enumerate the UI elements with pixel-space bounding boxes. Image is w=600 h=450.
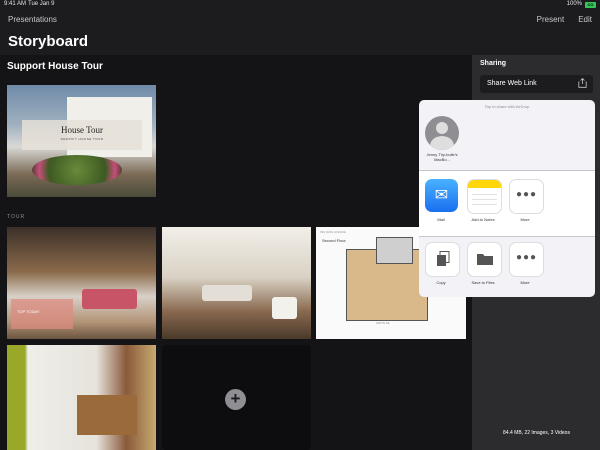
chair-image — [272, 297, 297, 319]
action-label-copy: Copy — [436, 280, 446, 285]
app-label-more: More — [520, 217, 530, 222]
floorplan-floor: Second Floor — [322, 238, 346, 243]
share-sheet: Tap to share with AirDrop Jenny Thy-bull… — [419, 100, 595, 297]
person-icon — [430, 136, 454, 150]
add-icon[interactable]: + — [225, 389, 246, 410]
battery-icon: CO — [585, 1, 596, 8]
more-icon[interactable]: ●●● — [509, 242, 544, 277]
app-label-notes: Add to Notes — [471, 217, 495, 222]
page-title: Storyboard — [8, 33, 89, 50]
person-icon — [436, 122, 448, 134]
cover-title: House Tour — [61, 125, 103, 135]
share-icon[interactable] — [578, 77, 587, 90]
status-date: Tue Jan 9 — [28, 1, 55, 7]
status-bar: 9:41 AM Tue Jan 9 100% CO — [0, 0, 600, 9]
battery-percent: 100% — [566, 1, 582, 7]
status-time: 9:41 AM — [4, 1, 27, 7]
more-icon[interactable]: ●●● — [509, 179, 544, 214]
cover-subtitle: SHOPIFY HOUSE TOUR — [60, 137, 104, 141]
cover-banner: House Tour SHOPIFY HOUSE TOUR — [22, 120, 142, 150]
folder-icon[interactable] — [467, 242, 502, 277]
garden-image — [32, 155, 122, 185]
nav-actions: Present Edit — [537, 15, 592, 24]
section-title: Support House Tour — [7, 61, 103, 72]
action-label-more: More — [520, 280, 530, 285]
floorplan-header: 999 MAIN AVENUE — [320, 230, 347, 234]
status-right: 100% CO — [567, 0, 596, 9]
sofa-image — [82, 289, 137, 309]
airdrop-contact-avatar[interactable] — [425, 116, 459, 150]
present-button[interactable]: Present — [537, 15, 565, 24]
notes-icon[interactable] — [467, 179, 502, 214]
staircase-image — [77, 395, 137, 435]
floorplan-drawing — [376, 237, 413, 264]
caption-text: TOP TODAY — [17, 309, 40, 314]
edit-button[interactable]: Edit — [578, 15, 592, 24]
photo-living-room[interactable] — [162, 227, 311, 339]
share-apps-row: ✉ Mail Add to Notes ●●● More — [419, 171, 595, 236]
mail-icon[interactable]: ✉ — [425, 179, 458, 212]
share-web-link-row[interactable]: Share Web Link — [480, 75, 593, 93]
sofa-image — [202, 285, 252, 301]
airdrop-contact-name: Jenny Thy-bulle's MacBo... — [426, 152, 458, 162]
action-label-save-to-files: Save to Files — [471, 280, 495, 285]
back-button[interactable]: Presentations — [8, 15, 57, 24]
floorplan-footer: UNITS SF — [376, 321, 390, 325]
tour-label: TOUR — [7, 214, 26, 220]
airdrop-hint: Tap to share with AirDrop — [484, 104, 530, 109]
sidebar-title: Sharing — [480, 60, 507, 67]
caption-overlay: TOP TODAY — [11, 299, 73, 329]
storage-info: 84.4 MB, 22 Images, 3 Videos — [503, 430, 570, 436]
cover-slide[interactable]: House Tour SHOPIFY HOUSE TOUR — [7, 85, 156, 197]
photo-kitchen[interactable]: TOP TODAY — [7, 227, 156, 339]
share-web-link-label: Share Web Link — [487, 80, 537, 87]
divider — [419, 236, 595, 237]
photo-staircase[interactable] — [7, 345, 156, 450]
app-label-mail: Mail — [437, 217, 445, 222]
add-slide-tile[interactable]: + — [162, 345, 311, 450]
copy-icon[interactable] — [425, 242, 460, 277]
